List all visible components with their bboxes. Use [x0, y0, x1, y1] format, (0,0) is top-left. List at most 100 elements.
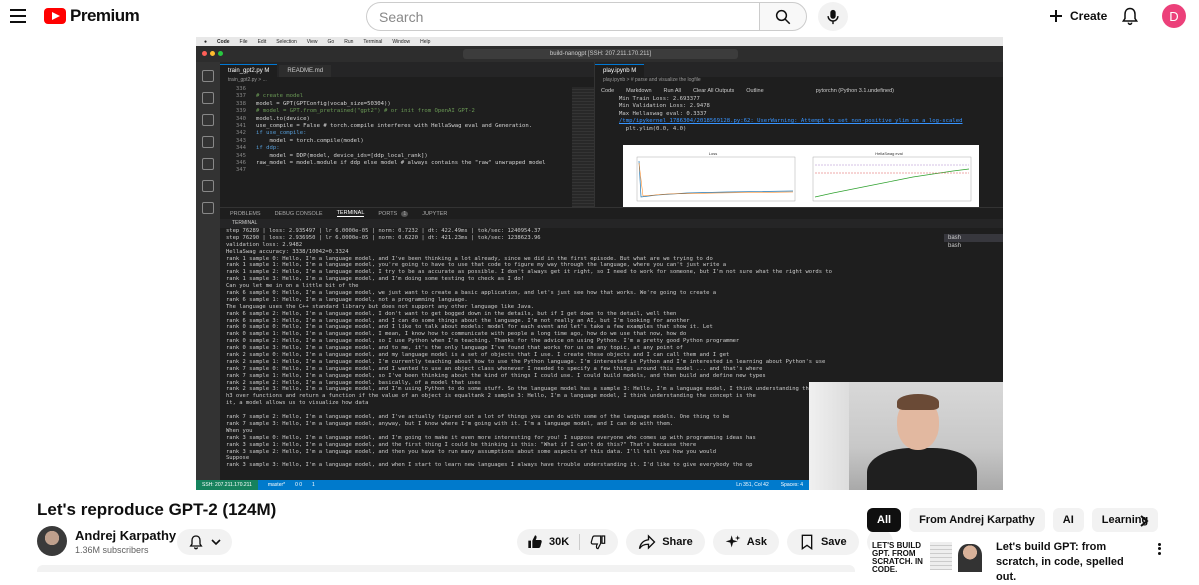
chevron-down-icon	[210, 539, 221, 546]
command-center: build-nanogpt [SSH: 207.211.170.211]	[463, 49, 738, 59]
recommended-video[interactable]: LET'S BUILD GPT. FROM SCRATCH. IN CODE. …	[870, 540, 1190, 583]
dislike-button[interactable]	[580, 529, 618, 555]
chat-icon	[202, 202, 214, 214]
search-button[interactable]	[759, 2, 807, 31]
line-number: 340	[235, 115, 246, 122]
chip-from-channel[interactable]: From Andrej Karpathy	[909, 508, 1045, 532]
apple-icon: ●	[204, 38, 208, 45]
thumbnail-presenter	[958, 544, 982, 572]
code-line: use_compile = False # torch.compile inte…	[256, 123, 533, 130]
save-label: Save	[820, 536, 847, 548]
terminal-line: step 76290 | loss: 2.936950 | lr 6.0000e…	[226, 234, 541, 241]
line-number: 344	[235, 145, 246, 152]
channel-avatar[interactable]	[37, 526, 67, 556]
line-number: 336	[235, 86, 246, 92]
terminal-line: rank 6 sample 3: Hello, I'm a language m…	[226, 317, 690, 324]
code-line: # create model	[256, 93, 304, 100]
menu-icon[interactable]	[8, 6, 28, 26]
notifications-bell-icon[interactable]	[1120, 6, 1140, 26]
ports-badge: 1	[401, 210, 409, 217]
search-input[interactable]	[366, 2, 759, 31]
code-block: 336 337 # create model 338 model = GPT(GPT…	[220, 86, 594, 175]
share-arrow-icon	[639, 534, 656, 550]
share-label: Share	[662, 536, 693, 548]
chip-all[interactable]: All	[867, 508, 902, 532]
line-number: 345	[235, 152, 246, 159]
branch-indicator: master*	[267, 482, 286, 488]
line-number: 343	[235, 137, 246, 144]
mac-menu-item: Help	[420, 38, 431, 45]
python-editor: train_gpt2.py M README.md train_gpt2.py …	[220, 62, 594, 207]
like-button[interactable]: 30K	[517, 529, 579, 555]
more-vertical-icon[interactable]	[1154, 542, 1164, 556]
terminal-line: rank 0 sample 0: Hello, I'm a language m…	[226, 324, 713, 331]
bookmark-icon	[801, 534, 813, 550]
code-line: raw_model = model.module if ddp else mod…	[256, 160, 546, 167]
channel-name[interactable]: Andrej Karpathy	[75, 528, 176, 543]
code-line: # model = GPT.from_pretrained("gpt2") # …	[256, 108, 475, 115]
nb-toolbar-item: Clear All Outputs	[692, 88, 735, 94]
recommended-title[interactable]: Let's build GPT: from scratch, in code, …	[996, 540, 1146, 585]
code-line: model = DDP(model, device_ids=[ddp_local…	[256, 152, 428, 159]
editor-tab: README.md	[279, 65, 332, 77]
indent-setting: Spaces: 4	[780, 482, 803, 488]
notebook-breadcrumb: play.ipynb > # parse and visualize the l…	[603, 77, 701, 83]
voice-search-button[interactable]	[818, 2, 848, 31]
nb-toolbar-item: Outline	[746, 88, 764, 94]
source-control-icon	[202, 114, 214, 126]
thumbs-down-icon	[590, 535, 606, 550]
kernel-label: pytorchn (Python 3.1.undefined)	[815, 88, 894, 94]
notebook-editor: play.ipynb M play.ipynb > # parse and vi…	[594, 62, 1003, 207]
mac-menu-item: Terminal	[363, 38, 383, 45]
youtube-premium-logo[interactable]: Premium	[44, 6, 140, 26]
mac-menu-item: Selection	[276, 38, 297, 45]
ask-button[interactable]: Ask	[712, 529, 779, 555]
create-button[interactable]: Create	[1040, 4, 1115, 28]
save-button[interactable]: Save	[786, 529, 859, 555]
code-line: model = torch.compile(model)	[256, 137, 364, 144]
close-dot-icon	[202, 51, 207, 56]
terminal-session: bash	[948, 243, 962, 249]
panel-tab: PROBLEMS	[230, 210, 261, 217]
youtube-play-icon	[44, 8, 66, 24]
terminal-line: step 76289 | loss: 2.935497 | lr 6.0000e…	[226, 228, 541, 234]
terminal-line: rank 7 sample 0: Hello, I'm a language m…	[226, 365, 763, 372]
terminal-line: rank 1 sample 3: Hello, I'm a language m…	[226, 276, 525, 283]
output-line: /tmp/ipykernel_1786304/2018569128.py:62:…	[619, 118, 963, 125]
line-number: 346	[235, 160, 246, 167]
recommended-thumbnail[interactable]: LET'S BUILD GPT. FROM SCRATCH. IN CODE.	[870, 540, 988, 572]
masthead: Premium Create D	[0, 0, 1199, 32]
activity-bar	[196, 62, 220, 480]
panel-tab: PORTS	[378, 210, 398, 217]
action-bar: 30K Share Ask Save	[517, 529, 893, 555]
plot-image: Loss HellaSwag eval	[623, 145, 979, 207]
ports-indicator: 1	[312, 482, 315, 488]
chip-ai[interactable]: AI	[1052, 508, 1084, 532]
account-avatar[interactable]: D	[1162, 4, 1186, 28]
terminal-line: rank 2 sample 0: Hello, I'm a language m…	[226, 352, 730, 359]
extensions-icon	[202, 158, 214, 170]
editor-tab: train_gpt2.py M	[220, 64, 278, 77]
subscribed-button[interactable]	[177, 529, 232, 555]
remote-explorer-icon	[202, 180, 214, 192]
description-box[interactable]	[37, 565, 855, 572]
share-button[interactable]: Share	[626, 529, 705, 555]
line-number: 339	[235, 108, 246, 115]
mac-menu-item: Run	[344, 38, 354, 45]
mac-menu-bar: ● Code File Edit Selection View Go Run T…	[196, 37, 1003, 46]
cursor-position: Ln 351, Col 42	[736, 482, 769, 488]
terminal-line: rank 7 sample 1: Hello, I'm a language m…	[226, 372, 766, 379]
terminal-sessions: bash bash	[944, 234, 1003, 258]
code-line: model = GPT(GPTConfig(vocab_size=50304))	[256, 100, 391, 107]
like-count: 30K	[549, 536, 570, 548]
video-frame[interactable]: ● Code File Edit Selection View Go Run T…	[196, 37, 1003, 490]
notebook-tab: play.ipynb M	[595, 64, 645, 77]
video-player[interactable]: ● Code File Edit Selection View Go Run T…	[0, 32, 1199, 490]
panel-tab: DEBUG CONSOLE	[274, 210, 323, 217]
plot-title: Loss	[709, 151, 717, 156]
chevron-right-icon[interactable]	[1137, 514, 1151, 528]
thumbnail-graphic	[930, 542, 952, 570]
code-line: model.to(device)	[256, 115, 310, 122]
line-number: 342	[235, 130, 246, 137]
line-number: 341	[235, 123, 246, 130]
